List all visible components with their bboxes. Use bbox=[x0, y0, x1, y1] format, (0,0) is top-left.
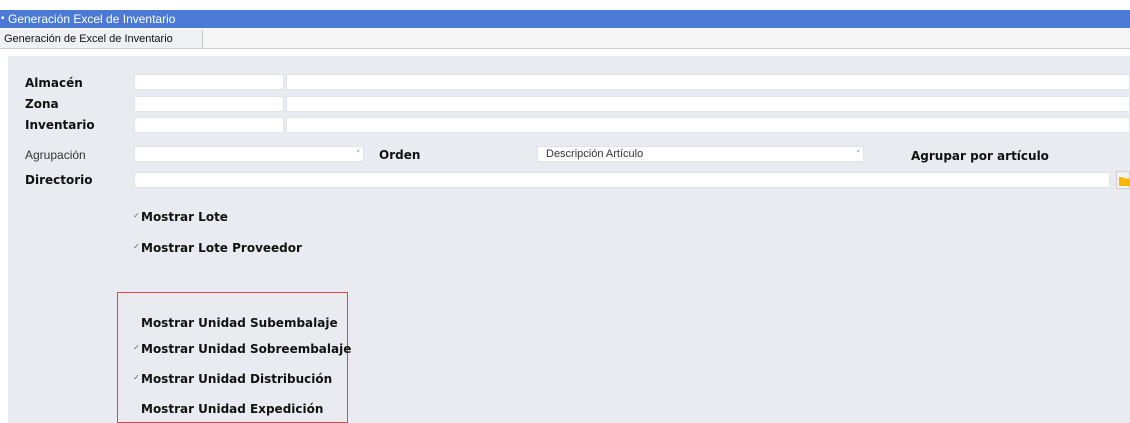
mostrar-unidad-distribucion-label: Mostrar Unidad Distribución bbox=[141, 372, 333, 386]
mostrar-unidad-sobreembalaje-checkbox[interactable]: ✓ bbox=[133, 344, 140, 352]
almacen-desc-input[interactable] bbox=[286, 74, 1130, 90]
agrupar-por-articulo-checkbox[interactable] bbox=[903, 152, 910, 159]
mostrar-unidad-subembalaje-label: Mostrar Unidad Subembalaje bbox=[141, 316, 338, 330]
directorio-label: Directorio bbox=[25, 173, 93, 187]
mostrar-lote-proveedor-checkbox[interactable]: ✓ bbox=[133, 243, 140, 251]
mostrar-lote-proveedor-label: Mostrar Lote Proveedor bbox=[141, 241, 302, 255]
orden-label: Orden bbox=[379, 148, 421, 162]
zona-desc-input[interactable] bbox=[286, 96, 1130, 112]
window-icon: ▪ bbox=[1, 13, 5, 24]
inventario-desc-input[interactable] bbox=[286, 117, 1130, 133]
directorio-input[interactable] bbox=[134, 172, 1110, 188]
almacen-label: Almacén bbox=[25, 76, 83, 90]
tab-generacion-excel[interactable]: Generación de Excel de Inventario bbox=[0, 30, 203, 48]
agrupacion-chevron-down-icon[interactable]: ˅ bbox=[356, 150, 361, 160]
orden-select[interactable]: Descripción Artículo bbox=[537, 146, 864, 162]
zona-label: Zona bbox=[25, 97, 59, 111]
agrupacion-select[interactable] bbox=[134, 146, 364, 162]
inventario-label: Inventario bbox=[25, 118, 95, 132]
almacen-code-input[interactable] bbox=[134, 74, 284, 90]
orden-chevron-down-icon[interactable]: ˅ bbox=[856, 150, 861, 160]
tab-bar: Generación de Excel de Inventario bbox=[0, 28, 1130, 49]
mostrar-unidad-subembalaje-checkbox[interactable] bbox=[133, 318, 140, 325]
mostrar-lote-label: Mostrar Lote bbox=[141, 210, 228, 224]
mostrar-unidad-distribucion-checkbox[interactable]: ✓ bbox=[133, 374, 140, 382]
mostrar-unidad-expedicion-checkbox[interactable] bbox=[133, 404, 140, 411]
folder-icon bbox=[1119, 177, 1130, 186]
agrupar-por-articulo-label: Agrupar por artículo bbox=[911, 149, 1049, 163]
mostrar-lote-checkbox[interactable]: ✓ bbox=[133, 212, 140, 220]
window-titlebar: ▪ Generación Excel de Inventario bbox=[0, 10, 1130, 28]
mostrar-unidad-expedicion-label: Mostrar Unidad Expedición bbox=[141, 402, 324, 416]
inventario-code-input[interactable] bbox=[134, 117, 284, 133]
window-title: Generación Excel de Inventario bbox=[8, 12, 176, 26]
agrupacion-label: Agrupación bbox=[25, 148, 86, 162]
zona-code-input[interactable] bbox=[134, 96, 284, 112]
browse-folder-button[interactable] bbox=[1116, 171, 1130, 189]
mostrar-unidad-sobreembalaje-label: Mostrar Unidad Sobreembalaje bbox=[141, 342, 352, 356]
